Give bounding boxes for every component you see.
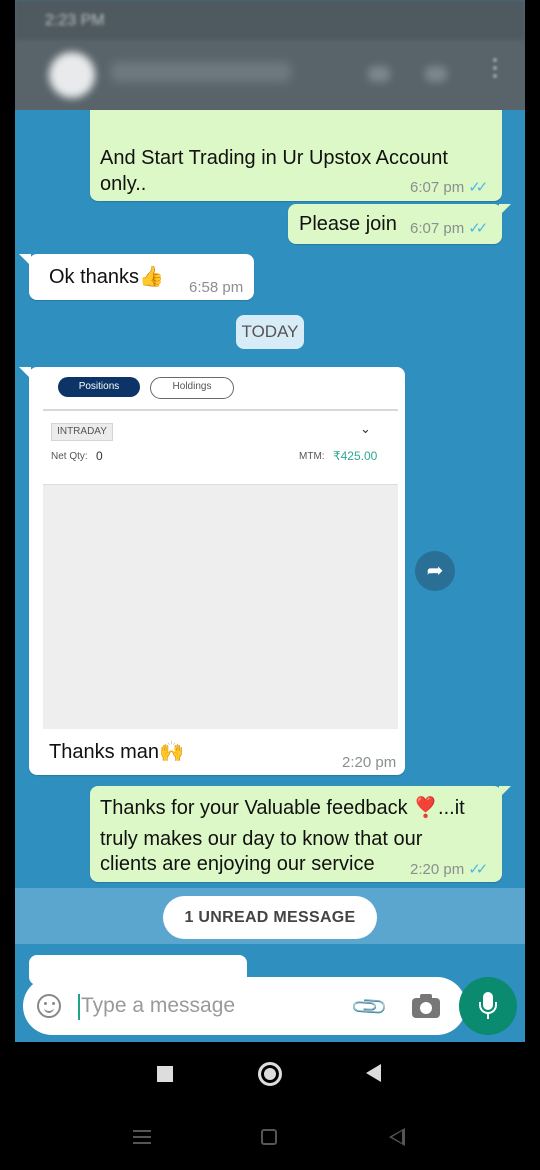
message-input[interactable]: Type a message <box>81 994 235 1018</box>
tab-positions: Positions <box>58 377 140 397</box>
message-time: 2:20 pm <box>410 861 465 878</box>
home-button-icon[interactable] <box>258 1062 282 1086</box>
video-call-icon[interactable] <box>368 66 390 82</box>
read-ticks-icon: ✓✓ <box>468 861 488 878</box>
bubble-tail <box>499 786 511 798</box>
bubble-tail <box>19 254 31 266</box>
text-cursor <box>78 994 80 1020</box>
net-qty-value: 0 <box>96 449 103 463</box>
recents-button-icon[interactable] <box>157 1066 173 1082</box>
voice-call-icon[interactable] <box>425 66 447 82</box>
message-bubble-outgoing[interactable]: Thanks for your Valuable feedback ❣️...i… <box>90 786 502 882</box>
screenshot-tabs: Positions Holdings <box>40 367 395 407</box>
message-time: 6:07 pm <box>410 179 465 196</box>
camera-icon[interactable] <box>412 994 440 1018</box>
attach-icon[interactable]: 📎 <box>349 987 391 1029</box>
chat-screen: 2:23 PM And Start Trading in Ur Upstox A… <box>15 0 525 1042</box>
home-square-icon[interactable] <box>261 1129 277 1145</box>
chevron-down-icon: ⌄ <box>360 421 371 436</box>
back-triangle-icon[interactable] <box>389 1128 405 1146</box>
message-text: Please join <box>299 213 397 235</box>
screenshot-empty-area <box>43 484 398 729</box>
unread-message-badge: 1 UNREAD MESSAGE <box>163 896 377 939</box>
message-bubble-incoming[interactable]: Ok thanks👍 6:58 pm <box>29 254 254 300</box>
message-meta: 2:20 pm ✓✓ <box>410 860 488 878</box>
message-bubble-outgoing[interactable]: And Start Trading in Ur Upstox Account o… <box>90 100 502 201</box>
message-time: 6:07 pm <box>410 220 465 237</box>
emoji-icon[interactable] <box>37 994 61 1018</box>
contact-name[interactable] <box>111 62 291 82</box>
message-text-line1: Thanks for your Valuable feedback ❣️...i… <box>100 797 465 819</box>
message-text: Ok thanks👍 <box>49 266 164 288</box>
status-time-overlay: 2:23 PM <box>45 12 105 29</box>
mtm-value: ₹425.00 <box>333 449 378 463</box>
message-composer[interactable]: Type a message 📎 <box>23 977 466 1035</box>
back-button-icon[interactable] <box>366 1064 381 1082</box>
forward-icon[interactable]: ➦ <box>415 551 455 591</box>
message-text-line2: truly makes our day to know that our <box>100 828 423 850</box>
image-message-time: 2:20 pm <box>342 754 397 771</box>
message-text-line3: clients are enjoying our service <box>100 853 375 875</box>
net-qty-label: Net Qty: <box>51 451 88 462</box>
message-bubble-outgoing[interactable]: Please join 6:07 pm ✓✓ <box>288 204 502 244</box>
date-chip: TODAY <box>236 315 304 349</box>
read-ticks-icon: ✓✓ <box>468 220 488 237</box>
bubble-tail <box>499 204 511 216</box>
position-card: INTRADAY ⌄ Net Qty: 0 MTM: ₹425.00 <box>43 411 398 484</box>
message-meta: 6:07 pm ✓✓ <box>410 219 488 237</box>
attached-screenshot[interactable]: Positions Holdings INTRADAY ⌄ Net Qty: 0… <box>40 367 398 730</box>
system-nav-bar <box>0 1042 540 1106</box>
message-time: 6:58 pm <box>189 279 244 296</box>
more-options-icon[interactable] <box>493 58 497 88</box>
avatar[interactable] <box>49 52 95 98</box>
segment-badge: INTRADAY <box>51 423 113 441</box>
chat-header[interactable] <box>15 36 525 110</box>
message-meta: 6:07 pm ✓✓ <box>410 178 488 196</box>
menu-icon[interactable] <box>133 1130 151 1144</box>
image-caption: Thanks man🙌 <box>49 741 184 763</box>
bubble-tail <box>19 367 31 379</box>
mtm-label: MTM: <box>299 451 325 462</box>
status-bar-overlay: 2:23 PM <box>15 0 525 40</box>
microphone-button[interactable] <box>459 977 517 1035</box>
secondary-nav-bar <box>0 1106 540 1170</box>
read-ticks-icon: ✓✓ <box>468 179 488 196</box>
tab-holdings: Holdings <box>150 377 234 399</box>
